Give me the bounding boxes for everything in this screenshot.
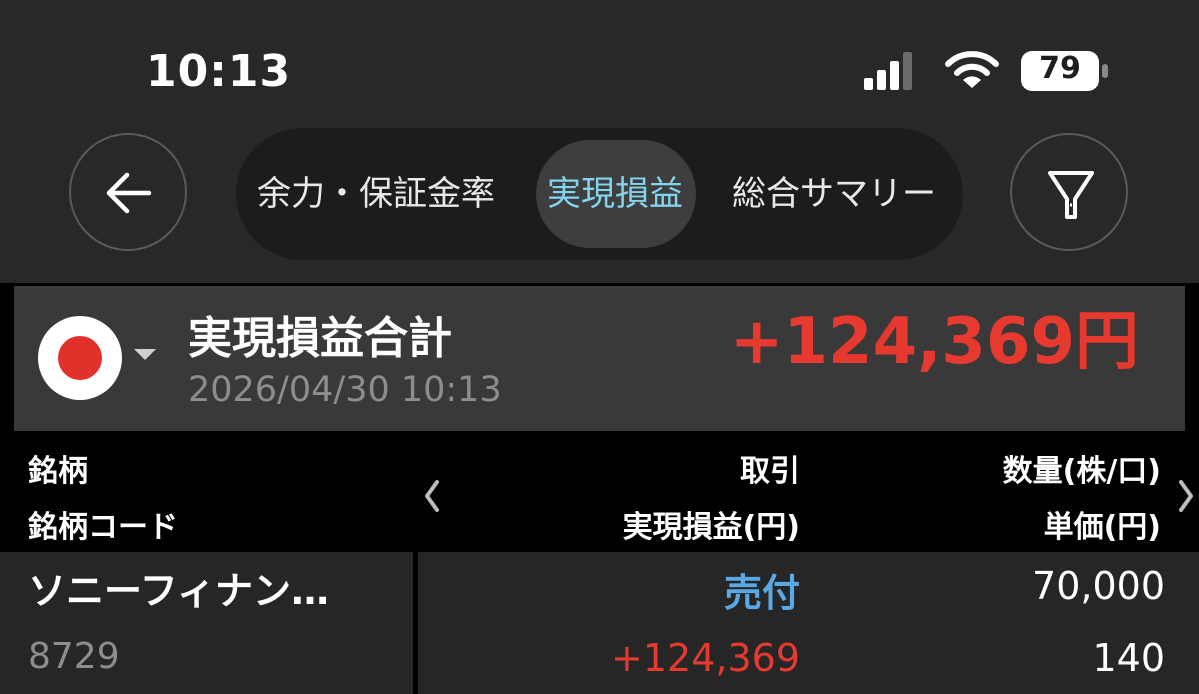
status-time: 10:13 — [146, 46, 292, 97]
header-trade: 取引 — [740, 454, 800, 489]
chevron-down-icon[interactable] — [134, 349, 156, 360]
header-unit-price: 単価(円) — [1043, 510, 1161, 545]
summary-total-value: +124,369円 — [729, 305, 1139, 379]
summary-date: 2026/04/30 10:13 — [188, 370, 502, 410]
flag-dot — [58, 336, 102, 380]
header-realized-pnl: 実現損益(円) — [622, 510, 800, 545]
header-stock-name: 銘柄 — [28, 454, 88, 489]
header-quantity: 数量(株/口) — [1002, 454, 1161, 489]
row-stock-name: ソニーフィナン… — [28, 569, 329, 613]
header-stock-code: 銘柄コード — [28, 510, 178, 545]
back-button[interactable] — [69, 133, 187, 251]
wifi-icon — [945, 51, 999, 88]
row-quantity: 70,000 — [1032, 564, 1165, 608]
row-trade-type: 売付 — [723, 571, 800, 615]
row-realized-pnl: +124,369 — [611, 636, 800, 680]
japan-flag-icon[interactable] — [38, 316, 122, 400]
row-unit-price: 140 — [1092, 636, 1165, 680]
tab-bar: 余力・保証金率 実現損益 総合サマリー — [236, 128, 963, 260]
arrow-left-icon — [106, 172, 152, 214]
chevron-right-icon[interactable] — [1178, 478, 1194, 514]
tab-summary[interactable]: 総合サマリー — [732, 128, 936, 260]
cellular-signal-icon — [864, 52, 912, 90]
filter-button[interactable] — [1010, 133, 1128, 251]
tab-margin-rate[interactable]: 余力・保証金率 — [257, 128, 495, 260]
summary-title: 実現損益合計 — [188, 313, 452, 364]
chevron-left-icon[interactable] — [424, 478, 440, 514]
row-stock-code: 8729 — [28, 636, 120, 677]
filter-icon — [1048, 171, 1094, 219]
battery-level: 79 — [1039, 51, 1081, 86]
tab-realized-pnl[interactable]: 実現損益 — [547, 128, 683, 260]
